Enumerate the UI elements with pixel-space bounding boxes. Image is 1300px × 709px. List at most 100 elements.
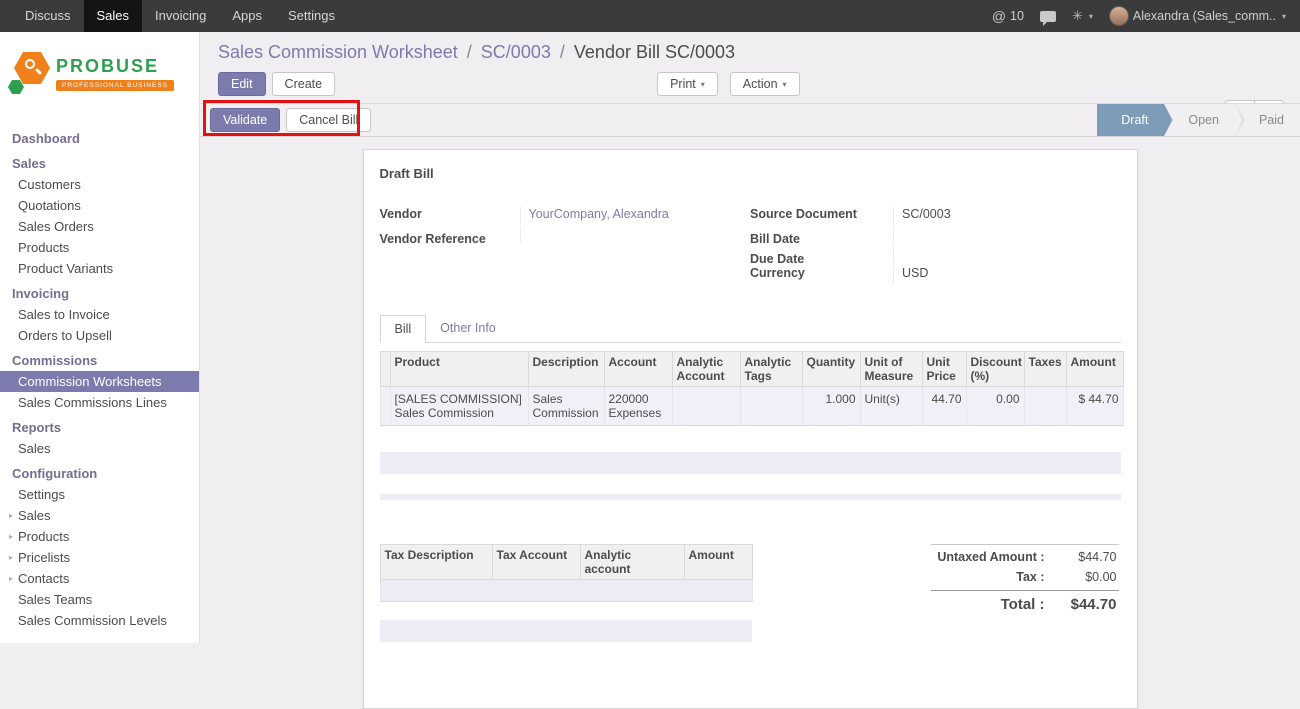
sidebar-item-customers[interactable]: Customers bbox=[0, 174, 199, 195]
col-description: Description bbox=[528, 352, 604, 387]
col-tax-amount: Amount bbox=[684, 545, 752, 580]
menu-discuss[interactable]: Discuss bbox=[12, 0, 84, 32]
cell-discount: 0.00 bbox=[966, 387, 1024, 426]
spacer bbox=[380, 426, 1121, 452]
menu-invoicing[interactable]: Invoicing bbox=[142, 0, 219, 32]
sidebar-title-commissions[interactable]: Commissions bbox=[0, 346, 199, 371]
status-step-paid[interactable]: Paid bbox=[1235, 104, 1300, 136]
status-step-draft[interactable]: Draft bbox=[1097, 104, 1164, 136]
col-unit-of-measure: Unit of Measure bbox=[860, 352, 922, 387]
avatar bbox=[1109, 6, 1129, 26]
col-gutter bbox=[380, 352, 390, 387]
vendor-reference-label: Vendor Reference bbox=[380, 232, 520, 246]
menu-sales[interactable]: Sales bbox=[84, 0, 143, 32]
sidebar-item-products[interactable]: Products bbox=[0, 237, 199, 258]
col-tax-description: Tax Description bbox=[380, 545, 492, 580]
sidebar-item-sales-to-invoice[interactable]: Sales to Invoice bbox=[0, 304, 199, 325]
activities-menu[interactable]: @ 10 bbox=[992, 8, 1024, 24]
breadcrumb-worksheets-link[interactable]: Sales Commission Worksheet bbox=[218, 42, 458, 62]
logo-tagline: PROFESSIONAL BUSINESS bbox=[56, 80, 174, 91]
tax-block: Tax Description Tax Account Analytic acc… bbox=[380, 544, 752, 642]
sidebar-item-commission-worksheets[interactable]: Commission Worksheets bbox=[0, 371, 199, 392]
edit-button[interactable]: Edit bbox=[218, 72, 266, 96]
sidebar-item-config-pricelists[interactable]: ▸ Pricelists bbox=[0, 547, 199, 568]
sidebar-item-quotations[interactable]: Quotations bbox=[0, 195, 199, 216]
source-document-label: Source Document bbox=[750, 207, 893, 221]
tab-other-info[interactable]: Other Info bbox=[426, 315, 510, 342]
debug-icon: ✳ bbox=[1072, 8, 1083, 24]
sidebar-item-sales-commission-levels[interactable]: Sales Commission Levels bbox=[0, 610, 199, 631]
sidebar-title-sales[interactable]: Sales bbox=[0, 149, 199, 174]
user-name: Alexandra (Sales_comm.. bbox=[1133, 9, 1276, 23]
sidebar-title-dashboard[interactable]: Dashboard bbox=[0, 124, 199, 149]
breadcrumb-separator: / bbox=[467, 42, 472, 62]
field-group-left: Vendor YourCompany, Alexandra Vendor Ref… bbox=[380, 207, 751, 285]
user-menu[interactable]: Alexandra (Sales_comm.. ▾ bbox=[1109, 6, 1286, 26]
action-menu-button[interactable]: Action ▾ bbox=[730, 72, 800, 96]
menu-settings[interactable]: Settings bbox=[275, 0, 348, 32]
total-row: Total : $44.70 bbox=[931, 590, 1119, 616]
field-group-right: Source Document SC/0003 Bill Date Due Da… bbox=[750, 207, 1121, 285]
vendor-value-link[interactable]: YourCompany, Alexandra bbox=[529, 207, 669, 221]
sidebar-item-sales-commissions-lines[interactable]: Sales Commissions Lines bbox=[0, 392, 199, 413]
activities-count: 10 bbox=[1010, 9, 1024, 23]
sidebar-title-configuration[interactable]: Configuration bbox=[0, 459, 199, 484]
spacer bbox=[380, 602, 752, 620]
messages-menu[interactable] bbox=[1040, 11, 1056, 22]
invoice-lines-table: Product Description Account Analytic Acc… bbox=[380, 351, 1124, 426]
caret-down-icon: ▾ bbox=[1089, 12, 1093, 21]
status-step-open[interactable]: Open bbox=[1164, 104, 1235, 136]
form-title: Draft Bill bbox=[380, 166, 1121, 181]
sidebar-item-label: Sales bbox=[18, 508, 51, 523]
cancel-bill-button[interactable]: Cancel Bill bbox=[286, 108, 371, 132]
cell-quantity: 1.000 bbox=[802, 387, 860, 426]
sidebar-item-config-settings[interactable]: Settings bbox=[0, 484, 199, 505]
sidebar: PROBUSE PROFESSIONAL BUSINESS Dashboard … bbox=[0, 32, 200, 643]
due-date-label: Due Date bbox=[750, 252, 893, 266]
col-analytic-tags: Analytic Tags bbox=[740, 352, 802, 387]
validate-button[interactable]: Validate bbox=[210, 108, 280, 132]
action-label: Action bbox=[743, 77, 778, 91]
sidebar-title-invoicing[interactable]: Invoicing bbox=[0, 279, 199, 304]
breadcrumb: Sales Commission Worksheet / SC/0003 / V… bbox=[218, 42, 1300, 63]
untaxed-amount-value: $44.70 bbox=[1055, 550, 1117, 564]
create-button[interactable]: Create bbox=[272, 72, 336, 96]
expand-arrow-icon: ▸ bbox=[9, 529, 13, 544]
source-document-value: SC/0003 bbox=[893, 207, 1121, 224]
status-steps: Draft Open Paid bbox=[1097, 104, 1300, 136]
sidebar-item-config-contacts[interactable]: ▸ Contacts bbox=[0, 568, 199, 589]
breadcrumb-record-link[interactable]: SC/0003 bbox=[481, 42, 551, 62]
sidebar-item-orders-to-upsell[interactable]: Orders to Upsell bbox=[0, 325, 199, 346]
dropdown-buttons: Print ▾ Action ▾ bbox=[657, 72, 799, 96]
cell-gutter bbox=[380, 387, 390, 426]
currency-label: Currency bbox=[750, 266, 893, 280]
col-tax-analytic-account: Analytic account bbox=[580, 545, 684, 580]
cell-taxes bbox=[1024, 387, 1066, 426]
empty-list-row bbox=[380, 620, 752, 642]
tax-header-row: Tax Description Tax Account Analytic acc… bbox=[380, 545, 752, 580]
sidebar-item-config-products[interactable]: ▸ Products bbox=[0, 526, 199, 547]
tax-value: $0.00 bbox=[1055, 570, 1117, 584]
sidebar-title-reports[interactable]: Reports bbox=[0, 413, 199, 438]
invoice-line-row[interactable]: [SALES COMMISSION] Sales Commission Sale… bbox=[380, 387, 1123, 426]
app-menus: Discuss Sales Invoicing Apps Settings bbox=[0, 0, 348, 32]
tab-bar: Bill Other Info bbox=[380, 315, 1121, 343]
tab-bill[interactable]: Bill bbox=[380, 315, 427, 343]
bill-date-label: Bill Date bbox=[750, 232, 893, 246]
menu-apps[interactable]: Apps bbox=[219, 0, 275, 32]
sidebar-item-sales-teams[interactable]: Sales Teams bbox=[0, 589, 199, 610]
sidebar-item-config-sales[interactable]: ▸ Sales bbox=[0, 505, 199, 526]
sidebar-item-product-variants[interactable]: Product Variants bbox=[0, 258, 199, 279]
total-value: $44.70 bbox=[1055, 596, 1117, 613]
bottom-section: Tax Description Tax Account Analytic acc… bbox=[380, 544, 1121, 642]
main-content: Sales Commission Worksheet / SC/0003 / V… bbox=[200, 32, 1300, 643]
tax-lines-table: Tax Description Tax Account Analytic acc… bbox=[380, 544, 753, 602]
sidebar-item-reports-sales[interactable]: Sales bbox=[0, 438, 199, 459]
sidebar-item-sales-orders[interactable]: Sales Orders bbox=[0, 216, 199, 237]
breadcrumb-current: Vendor Bill SC/0003 bbox=[574, 42, 735, 62]
col-analytic-account: Analytic Account bbox=[672, 352, 740, 387]
print-menu-button[interactable]: Print ▾ bbox=[657, 72, 718, 96]
empty-tax-row bbox=[380, 580, 752, 602]
caret-down-icon: ▾ bbox=[783, 80, 787, 89]
debug-menu[interactable]: ✳ ▾ bbox=[1072, 8, 1093, 24]
